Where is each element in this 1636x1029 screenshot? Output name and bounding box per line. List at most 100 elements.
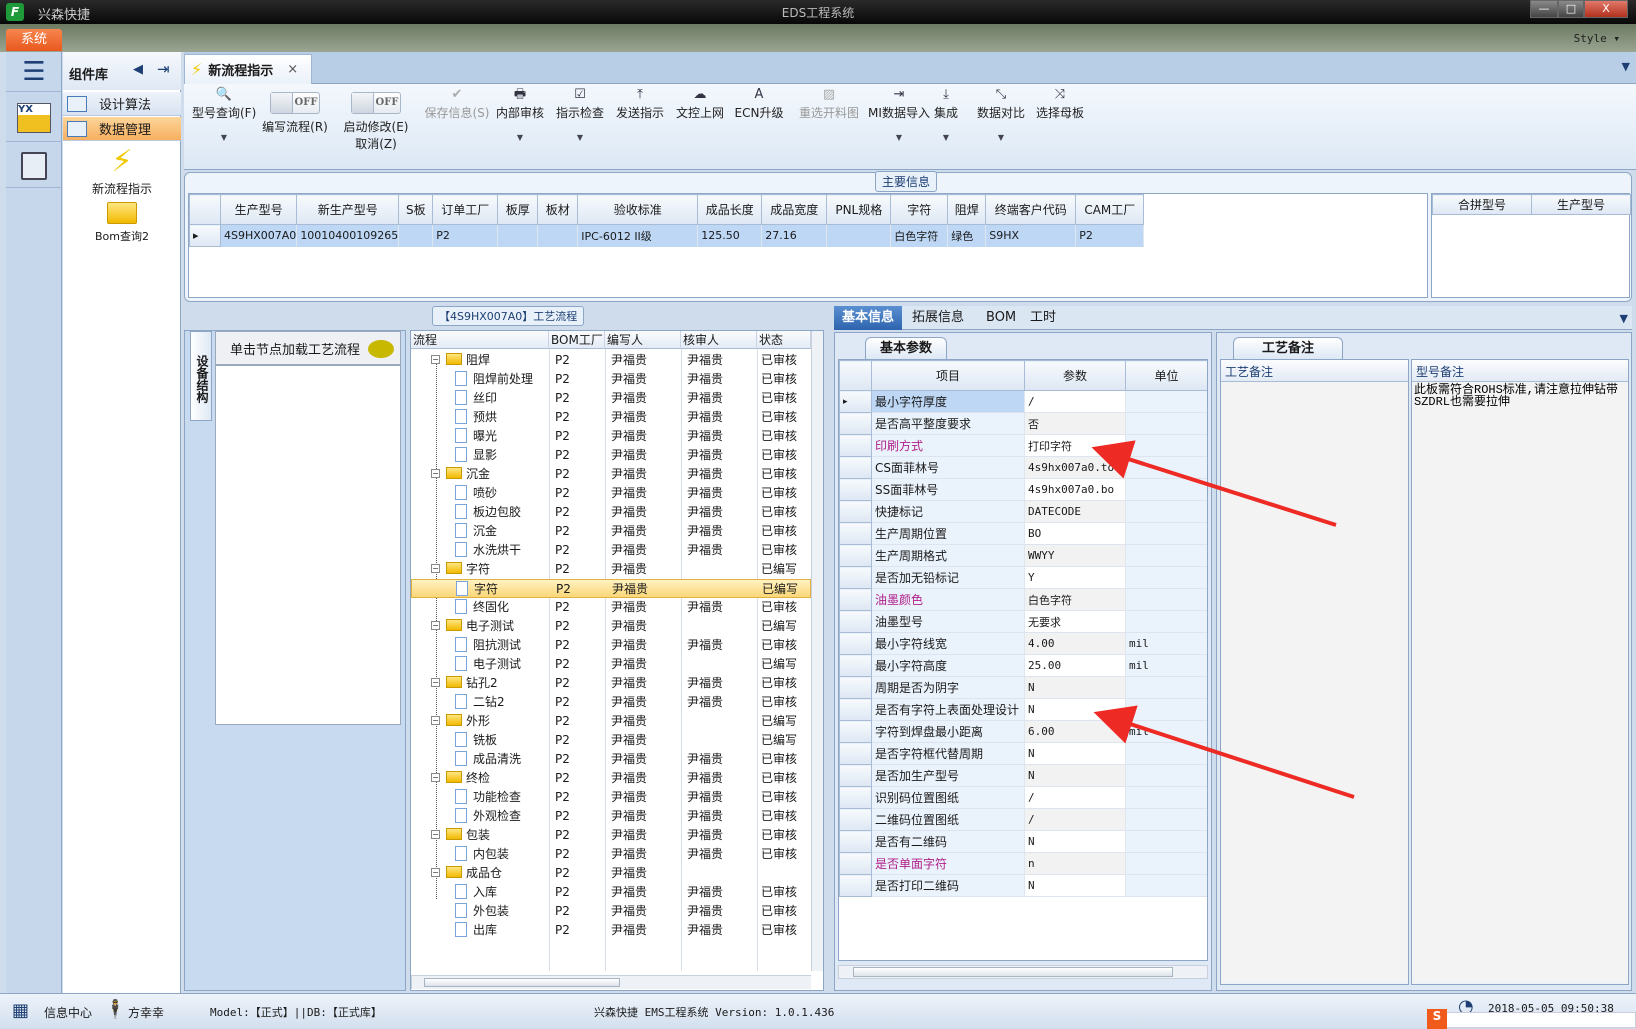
tree-folder-row[interactable]: − 电子测试 P2 尹福贵 已编写 xyxy=(411,617,811,636)
param-value[interactable]: / xyxy=(1024,808,1126,831)
close-tab-icon[interactable]: × xyxy=(287,62,298,77)
process-note-textarea[interactable] xyxy=(1221,382,1408,982)
param-value[interactable]: BO xyxy=(1024,522,1126,545)
column-header[interactable]: 验收标准 xyxy=(577,194,699,225)
dropdown-arrow-icon[interactable]: ▼ xyxy=(192,133,256,142)
param-value[interactable]: / xyxy=(1024,390,1126,413)
column-header[interactable]: PNL规格 xyxy=(826,194,892,225)
param-value[interactable]: 6.00 xyxy=(1024,720,1126,743)
collapse-icon[interactable]: − xyxy=(431,678,440,687)
column-header[interactable]: 成品宽度 xyxy=(761,194,828,225)
dropdown-arrow-icon[interactable]: ▼ xyxy=(926,133,966,142)
param-value[interactable]: N xyxy=(1024,874,1126,897)
table-cell[interactable] xyxy=(826,224,892,247)
column-header[interactable]: 合拼型号 xyxy=(1432,194,1532,215)
tree-folder-row[interactable]: − 钻孔2 P2 尹福贵 尹福贵 已审核 xyxy=(411,674,811,693)
param-row[interactable]: 是否有字符上表面处理设计 N xyxy=(839,698,1207,721)
maximize-button[interactable]: □ xyxy=(1558,0,1584,18)
column-header[interactable]: 生产型号 xyxy=(219,194,298,225)
column-header[interactable]: 参数 xyxy=(1024,360,1126,391)
toggle-switch[interactable]: OFF xyxy=(351,92,401,114)
toolbar-button-7[interactable]: ☁ 文控上网 xyxy=(672,86,728,121)
column-header[interactable]: S板 xyxy=(398,194,434,225)
dropdown-arrow-icon[interactable]: ▼ xyxy=(866,133,932,142)
toolbar-button-9[interactable]: ▨ 重选开料图 xyxy=(796,86,862,121)
dock-icon[interactable]: ⇥ xyxy=(157,60,170,78)
shortcut-new-process[interactable]: ⚡ 新流程指示 xyxy=(63,144,181,197)
param-row[interactable]: 是否加生产型号 N xyxy=(839,764,1207,787)
table-cell[interactable]: 绿色 xyxy=(947,224,987,247)
close-button[interactable]: X xyxy=(1584,0,1628,18)
tree-vertical-scrollbar[interactable] xyxy=(811,331,823,971)
param-row[interactable]: 最小字符高度 25.00 mil xyxy=(839,654,1207,677)
tree-folder-row[interactable]: − 成品仓 P2 尹福贵 xyxy=(411,864,811,883)
row-header-corner[interactable] xyxy=(189,194,221,225)
param-value[interactable]: 白色字符 xyxy=(1024,588,1126,611)
toolbar-button-11[interactable]: ⤓ 集成 ▼ xyxy=(926,86,966,142)
param-value[interactable]: 否 xyxy=(1024,412,1126,435)
toolbar-button-0[interactable]: 🔍 型号查询(F) ▼ xyxy=(192,86,256,142)
param-row[interactable]: 是否有二维码 N xyxy=(839,830,1207,853)
param-row[interactable]: 油墨颜色 白色字符 xyxy=(839,588,1207,611)
tree-folder-row[interactable]: − 阻焊 P2 尹福贵 尹福贵 已审核 xyxy=(411,351,811,370)
toolbar-button-5[interactable]: ☑ 指示检查 ▼ xyxy=(552,86,608,142)
param-value[interactable]: Y xyxy=(1024,566,1126,589)
toolbar-button-13[interactable]: ⤨ 选择母板 xyxy=(1032,86,1088,121)
basic-params-tab[interactable]: 基本参数 xyxy=(865,337,948,359)
toolbar-button-10[interactable]: ⇥ MI数据导入 ▼ xyxy=(866,86,932,142)
column-header[interactable]: 板材 xyxy=(537,194,579,225)
column-header[interactable]: 成品长度 xyxy=(697,194,763,225)
dropdown-arrow-icon[interactable]: ▼ xyxy=(552,133,608,142)
tree-item-row[interactable]: 板边包胶 P2 尹福贵 尹福贵 已审核 xyxy=(411,503,811,522)
tree-item-row[interactable]: 显影 P2 尹福贵 尹福贵 已审核 xyxy=(411,446,811,465)
tree-item-row[interactable]: 字符 P2 尹福贵 已编写 xyxy=(411,579,811,598)
tree-item-row[interactable]: 功能检查 P2 尹福贵 尹福贵 已审核 xyxy=(411,788,811,807)
table-cell[interactable] xyxy=(398,224,434,247)
tree-item-row[interactable]: 沉金 P2 尹福贵 尹福贵 已审核 xyxy=(411,522,811,541)
sogou-ime-icon[interactable]: S xyxy=(1427,1009,1447,1029)
column-header[interactable]: 订单工厂 xyxy=(432,194,499,225)
tree-item-row[interactable]: 预烘 P2 尹福贵 尹福贵 已审核 xyxy=(411,408,811,427)
tree-item-row[interactable]: 电子测试 P2 尹福贵 已编写 xyxy=(411,655,811,674)
tab-detail-2[interactable]: BOM xyxy=(978,306,1024,330)
collapse-left-icon[interactable]: ◀ xyxy=(133,62,143,77)
param-value[interactable]: WWYY xyxy=(1024,544,1126,567)
collapse-icon[interactable]: − xyxy=(431,716,440,725)
scrollbar-thumb[interactable] xyxy=(424,978,620,987)
tree-item-row[interactable]: 外包装 P2 尹福贵 尹福贵 已审核 xyxy=(411,902,811,921)
param-row[interactable]: SS面菲林号 4s9hx007a0.bo xyxy=(839,478,1207,501)
collapse-icon[interactable]: − xyxy=(431,469,440,478)
tree-item-row[interactable]: 阻抗测试 P2 尹福贵 尹福贵 已审核 xyxy=(411,636,811,655)
menu-icon[interactable]: ☰ xyxy=(6,52,62,92)
param-row[interactable]: 周期是否为阴字 N xyxy=(839,676,1207,699)
param-value[interactable]: 打印字符 xyxy=(1024,434,1126,457)
tree-item-row[interactable]: 铣板 P2 尹福贵 已编写 xyxy=(411,731,811,750)
param-value[interactable]: 无要求 xyxy=(1024,610,1126,633)
table-cell[interactable]: 10010400109265 xyxy=(296,224,400,247)
column-header[interactable]: 生产型号 xyxy=(1531,194,1631,215)
tree-folder-row[interactable]: − 终检 P2 尹福贵 尹福贵 已审核 xyxy=(411,769,811,788)
param-value[interactable]: 4s9hx007a0.bo xyxy=(1024,478,1126,501)
param-row[interactable]: 是否打印二维码 N xyxy=(839,874,1207,897)
component-item-data-management[interactable]: 数据管理 xyxy=(63,117,181,141)
param-row[interactable]: 最小字符线宽 4.00 mil xyxy=(839,632,1207,655)
tab-detail-3[interactable]: 工时 xyxy=(1022,306,1064,330)
tree-item-row[interactable]: 内包装 P2 尹福贵 尹福贵 已审核 xyxy=(411,845,811,864)
info-center-link[interactable]: 信息中心 xyxy=(44,1004,92,1021)
scrollbar-thumb[interactable] xyxy=(853,967,1173,977)
param-value[interactable]: N xyxy=(1024,830,1126,853)
column-header[interactable]: 新生产型号 xyxy=(296,194,400,225)
column-header[interactable]: 编写人 xyxy=(605,331,681,349)
table-row[interactable]: ▸ 4S9HX007A0 10010400109265 P2 IPC-6012 II级 1… xyxy=(189,224,1145,247)
model-note-textarea[interactable]: 此板需符合ROHS标准,请注意拉伸钻带SZDRL也需要拉伸 xyxy=(1412,382,1628,982)
table-cell[interactable] xyxy=(537,224,579,247)
column-header[interactable]: 项目 xyxy=(871,360,1025,391)
param-row[interactable]: 印刷方式 打印字符 xyxy=(839,434,1207,457)
column-header[interactable]: 状态 xyxy=(757,331,811,349)
param-value[interactable]: 4.00 xyxy=(1024,632,1126,655)
table-cell[interactable]: P2 xyxy=(432,224,499,247)
tree-item-row[interactable]: 阻焊前处理 P2 尹福贵 尹福贵 已审核 xyxy=(411,370,811,389)
system-tab[interactable]: 系统 xyxy=(6,29,62,51)
table-cell[interactable] xyxy=(497,224,539,247)
toggle-switch[interactable]: OFF xyxy=(270,92,320,114)
